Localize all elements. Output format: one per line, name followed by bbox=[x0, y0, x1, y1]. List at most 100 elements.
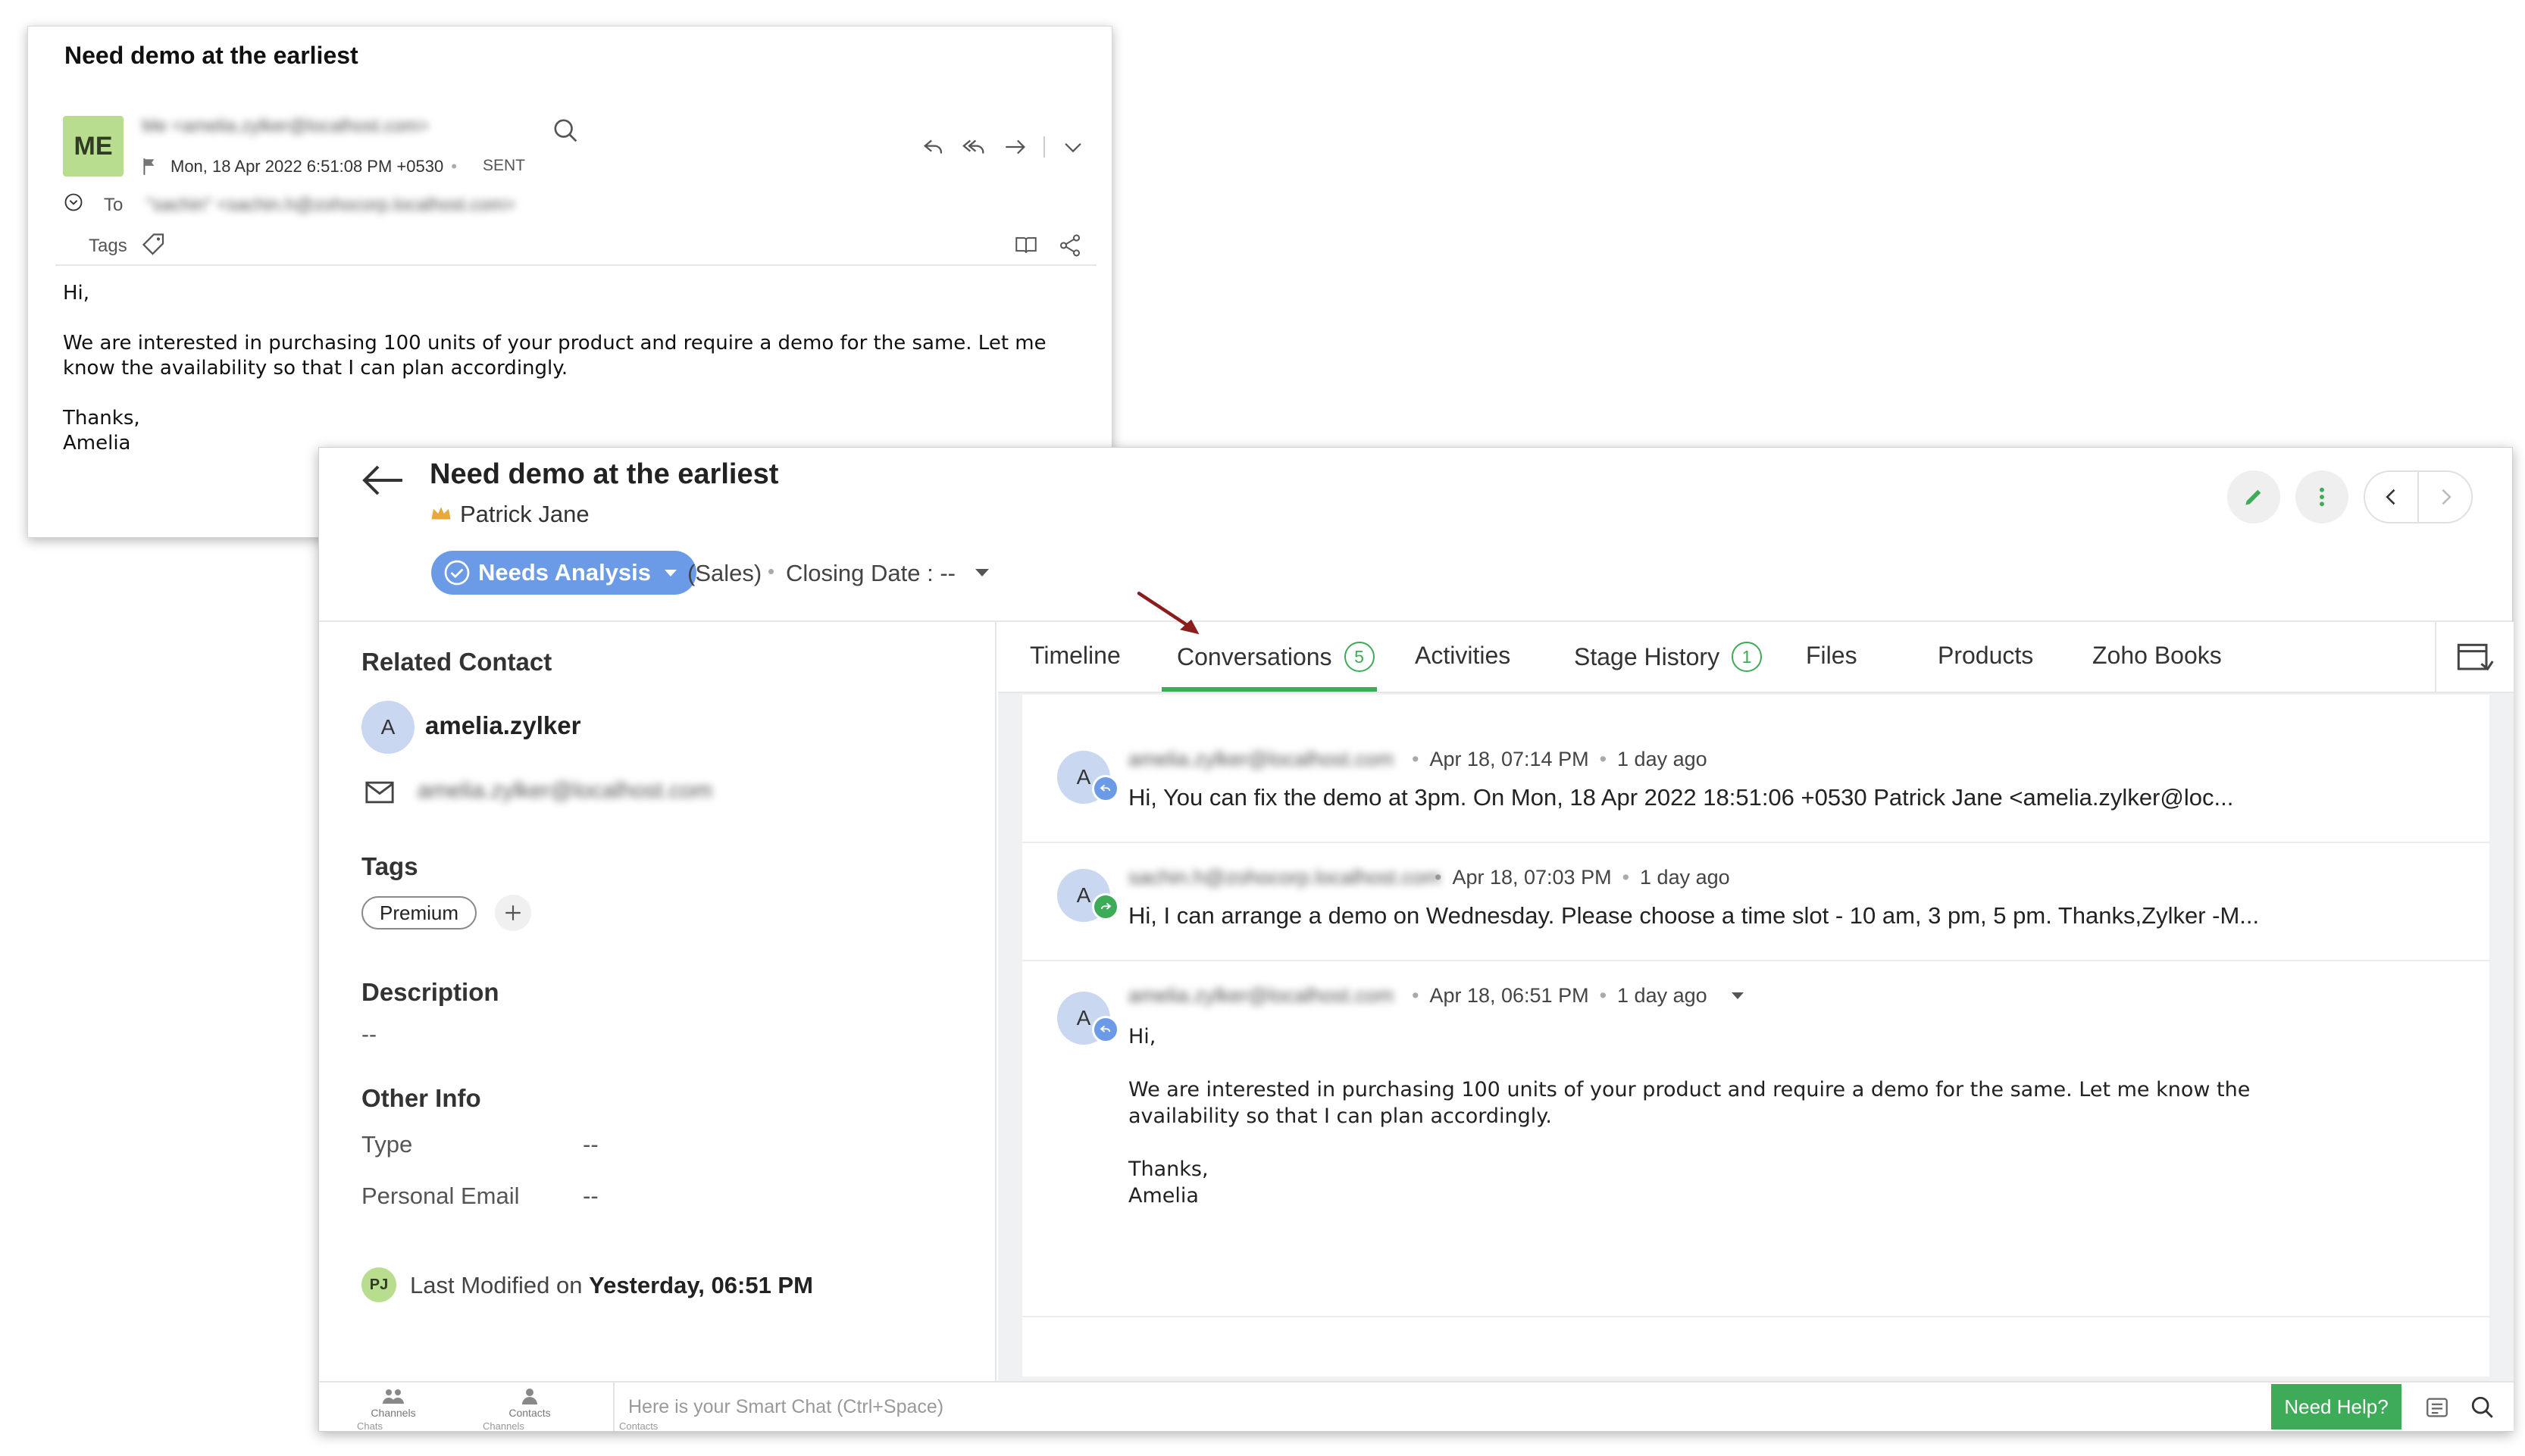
add-tag-button[interactable] bbox=[495, 895, 531, 931]
conversation-item[interactable]: A sachin.h@zohocorp.localhost.com • Apr 1… bbox=[1022, 843, 2489, 961]
conversation-ago: 1 day ago bbox=[1640, 866, 1730, 889]
channels-sublabel: Channels bbox=[483, 1420, 524, 1432]
other-info-title: Other Info bbox=[361, 1084, 481, 1112]
email-body: Hi, We are interested in purchasing 100 … bbox=[63, 281, 1101, 456]
stage-dropdown[interactable]: Needs Analysis bbox=[431, 551, 697, 595]
conversation-item-expanded[interactable]: A amelia.zylker@localhost.com • Apr 18, 0… bbox=[1022, 961, 2489, 1317]
tab-stage-history[interactable]: Stage History 1 bbox=[1574, 642, 1763, 672]
conversation-thread: A amelia.zylker@localhost.com • Apr 18, 0… bbox=[1022, 695, 2489, 1376]
conversation-greeting: Hi, bbox=[1128, 1025, 1156, 1048]
tab-zoho-books[interactable]: Zoho Books bbox=[2092, 642, 2222, 670]
notes-icon[interactable] bbox=[2424, 1395, 2450, 1420]
closing-date-caret-icon[interactable] bbox=[975, 569, 989, 576]
deal-owner[interactable]: Patrick Jane bbox=[460, 501, 590, 528]
email-from: Me <amelia.zylker@localhost.com> bbox=[142, 116, 430, 136]
tab-bar: Timeline Conversations 5 Activities Stage… bbox=[998, 622, 2514, 693]
contacts-button[interactable]: Contacts bbox=[484, 1387, 575, 1419]
toolbar-divider bbox=[1043, 136, 1045, 158]
modifier-avatar: PJ bbox=[361, 1267, 396, 1302]
to-recipient: "sachin" <sachin.h@zohocorp.localhost.co… bbox=[146, 195, 515, 215]
pipeline-label: (Sales) bbox=[687, 560, 762, 586]
chevron-down-icon[interactable] bbox=[1060, 134, 1086, 160]
chats-sublabel: Chats bbox=[357, 1420, 383, 1432]
contact-name-link[interactable]: amelia.zylker bbox=[425, 711, 580, 740]
conversation-body: Hi, We are interested in purchasing 100 … bbox=[1128, 1023, 2265, 1209]
book-icon[interactable] bbox=[1013, 233, 1039, 258]
smart-chat-input[interactable]: Here is your Smart Chat (Ctrl+Space) bbox=[613, 1383, 2129, 1431]
plus-icon bbox=[505, 905, 521, 920]
conversation-item[interactable]: A amelia.zylker@localhost.com • Apr 18, 0… bbox=[1022, 725, 2489, 843]
check-circle-icon bbox=[444, 560, 470, 586]
pencil-icon bbox=[2245, 489, 2261, 505]
closing-date[interactable]: Closing Date : -- bbox=[786, 560, 956, 587]
stage-history-count-badge: 1 bbox=[1732, 642, 1763, 672]
need-help-button[interactable]: Need Help? bbox=[2271, 1384, 2401, 1429]
channels-button[interactable]: Channels bbox=[348, 1387, 439, 1419]
reply-all-icon[interactable] bbox=[962, 134, 987, 160]
deal-info-panel: Related Contact A amelia.zylker amelia.z… bbox=[319, 622, 997, 1387]
conversation-meta: amelia.zylker@localhost.com • Apr 18, 06:… bbox=[1128, 984, 1744, 1008]
conversation-ago: 1 day ago bbox=[1617, 748, 1707, 770]
conversation-paragraph: We are interested in purchasing 100 unit… bbox=[1128, 1078, 2251, 1128]
tab-activities[interactable]: Activities bbox=[1415, 642, 1510, 670]
expand-recipients-icon[interactable] bbox=[63, 192, 84, 213]
next-record-button[interactable] bbox=[2417, 472, 2471, 522]
channels-label: Channels bbox=[371, 1407, 416, 1419]
record-pager bbox=[2364, 470, 2473, 523]
vertical-dots-icon bbox=[2320, 487, 2324, 507]
email-header-divider bbox=[55, 264, 1097, 266]
tags-label: Tags bbox=[89, 236, 127, 256]
more-options-button[interactable] bbox=[2295, 470, 2348, 523]
conversation-meta: amelia.zylker@localhost.com • Apr 18, 07:… bbox=[1128, 748, 1707, 770]
email-signoff: Thanks, bbox=[63, 407, 140, 430]
conversation-sender: amelia.zylker@localhost.com bbox=[1128, 748, 1394, 770]
search-icon[interactable] bbox=[2470, 1395, 2495, 1420]
sender-avatar: ME bbox=[63, 116, 124, 177]
tab-files[interactable]: Files bbox=[1806, 642, 1857, 670]
annotation-arrow-icon bbox=[1137, 592, 1200, 635]
conversation-time: Apr 18, 07:14 PM bbox=[1429, 748, 1589, 770]
stage-label: Needs Analysis bbox=[478, 559, 652, 586]
chevron-left-icon bbox=[2385, 489, 2395, 505]
contact-email[interactable]: amelia.zylker@localhost.com bbox=[418, 778, 712, 804]
search-icon[interactable] bbox=[551, 116, 581, 146]
tab-products[interactable]: Products bbox=[1938, 642, 2033, 670]
type-value: -- bbox=[583, 1131, 599, 1158]
personal-email-label: Personal Email bbox=[361, 1183, 520, 1209]
reply-badge-icon bbox=[1092, 1016, 1119, 1043]
users-icon bbox=[383, 1389, 404, 1404]
active-tab-indicator bbox=[1162, 687, 1377, 692]
email-greeting: Hi, bbox=[63, 282, 90, 305]
deal-detail-window: Need demo at the earliest Patrick Jane N… bbox=[318, 447, 2514, 1432]
flag-icon[interactable] bbox=[142, 157, 158, 177]
separator-dot: • bbox=[768, 560, 775, 583]
tab-conversations[interactable]: Conversations 5 bbox=[1177, 642, 1375, 672]
forward-icon[interactable] bbox=[1003, 134, 1028, 160]
to-label: To bbox=[104, 195, 124, 215]
layout-icon bbox=[2457, 643, 2494, 671]
header-actions bbox=[2227, 470, 2473, 523]
previous-record-button[interactable] bbox=[2365, 472, 2417, 522]
conversation-preview: Hi, You can fix the demo at 3pm. On Mon,… bbox=[1128, 784, 2234, 811]
conversations-count-badge: 5 bbox=[1344, 642, 1375, 672]
email-paragraph: We are interested in purchasing 100 unit… bbox=[63, 332, 1047, 380]
conversation-signoff: Thanks, bbox=[1128, 1158, 1209, 1181]
reply-icon[interactable] bbox=[921, 134, 946, 160]
email-subject: Need demo at the earliest bbox=[64, 42, 358, 69]
description-value: -- bbox=[361, 1022, 377, 1047]
edit-button[interactable] bbox=[2227, 470, 2280, 523]
user-icon bbox=[522, 1389, 537, 1404]
mail-icon bbox=[365, 781, 394, 804]
tab-timeline[interactable]: Timeline bbox=[1030, 642, 1121, 670]
tag-icon[interactable] bbox=[140, 231, 167, 258]
tags-title: Tags bbox=[361, 852, 418, 880]
conversation-time: Apr 18, 06:51 PM bbox=[1429, 984, 1589, 1007]
tag-chip[interactable]: Premium bbox=[361, 896, 477, 930]
caret-down-icon bbox=[665, 569, 677, 576]
customize-tabs-button[interactable] bbox=[2435, 622, 2514, 693]
conversation-options-caret-icon[interactable] bbox=[1731, 992, 1744, 999]
email-status: SENT bbox=[483, 157, 526, 174]
back-arrow-icon[interactable] bbox=[360, 461, 405, 499]
conversation-signature: Amelia bbox=[1128, 1184, 1199, 1208]
share-icon[interactable] bbox=[1057, 233, 1083, 258]
